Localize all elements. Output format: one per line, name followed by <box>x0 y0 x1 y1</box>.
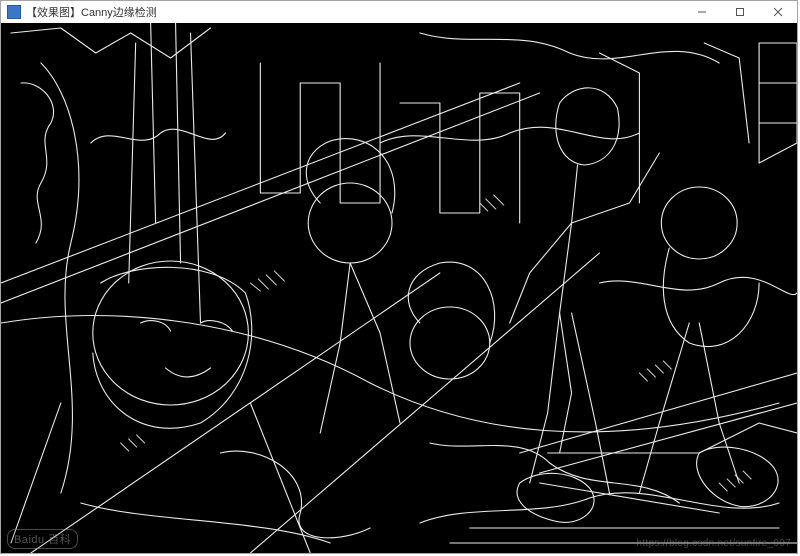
close-icon <box>773 7 783 17</box>
window-title: 【效果图】Canny边缘检测 <box>26 4 157 20</box>
watermark-bottom-left: Baidu 百科 <box>7 529 78 549</box>
app-icon <box>7 5 21 19</box>
maximize-button[interactable] <box>721 1 759 23</box>
minimize-icon <box>697 7 707 17</box>
edge-image <box>1 23 797 553</box>
image-viewport: Baidu 百科 https://blog.csdn.net/sunfire_0… <box>1 23 797 553</box>
minimize-button[interactable] <box>683 1 721 23</box>
app-window: 【效果图】Canny边缘检测 <box>0 0 798 554</box>
maximize-icon <box>735 7 745 17</box>
watermark-bottom-right: https://blog.csdn.net/sunfire_007 <box>637 538 791 549</box>
title-bar[interactable]: 【效果图】Canny边缘检测 <box>1 1 797 23</box>
close-button[interactable] <box>759 1 797 23</box>
